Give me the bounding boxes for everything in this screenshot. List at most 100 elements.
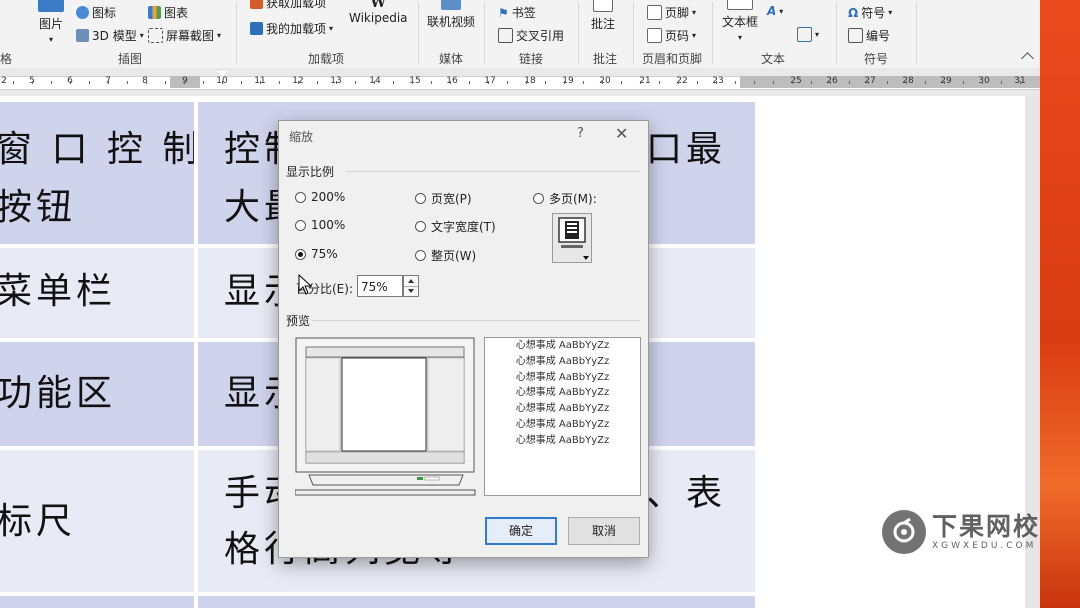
percent-spinner[interactable] [403, 275, 419, 297]
object-icon [797, 27, 812, 42]
ruler-tick [127, 81, 128, 84]
ruler-number: 16 [446, 76, 458, 86]
ruler-number: 21 [639, 76, 651, 86]
many-pages-radio[interactable]: 多页(M): [533, 190, 597, 207]
group-label-symbols: 符号 [864, 52, 889, 66]
addin-icon [250, 22, 263, 35]
table-cell[interactable]: 功能区 [0, 342, 194, 446]
watermark-cn: 下果网校 [932, 512, 1041, 541]
screenshot-button[interactable]: 屏幕截图 ▾ [148, 27, 221, 44]
ruler-tick [393, 81, 394, 84]
table-cell[interactable]: 标尺 [0, 450, 194, 592]
video-icon [441, 0, 461, 10]
my-addins-button[interactable]: 我的加载项 ▾ [250, 20, 333, 37]
ruler-tick [716, 81, 717, 84]
ruler-number: 29 [940, 76, 952, 86]
online-video-button[interactable]: 联机视频 [427, 0, 475, 30]
table-cell[interactable]: 窗 口 控 制 按钮 [0, 102, 194, 244]
page-width-radio[interactable]: 页宽(P) [415, 190, 472, 207]
cross-reference-button[interactable]: 交叉引用 [498, 27, 564, 44]
many-pages-picker-button[interactable] [552, 213, 592, 263]
zoom-200-radio[interactable]: 200% [295, 190, 345, 204]
ruler-number: 22 [676, 76, 688, 86]
ruler-tick [792, 81, 793, 84]
chevron-down-icon: ▾ [692, 31, 697, 40]
ruler-tick [621, 81, 622, 84]
ruler-tick [298, 81, 299, 84]
text-width-radio[interactable]: 文字宽度(T) [415, 218, 496, 235]
whole-page-radio[interactable]: 整页(W) [415, 247, 476, 264]
ruler-tick [830, 81, 831, 84]
ruler-number: 28 [902, 76, 914, 86]
text-box-button[interactable]: 文本框 ▾ [722, 0, 758, 42]
page-number-button[interactable]: 页码 ▾ [647, 27, 696, 44]
ruler-tick [317, 81, 318, 84]
wordart-icon: A [767, 4, 777, 18]
group-label-illustrations: 插图 [118, 52, 143, 66]
ruler-tick [412, 81, 413, 84]
comment-button[interactable]: 批注 [591, 0, 615, 32]
ruler-tick [146, 81, 147, 84]
ruler-number: 14 [365, 76, 385, 86]
close-button[interactable]: ✕ [615, 124, 628, 143]
spin-down-icon[interactable] [408, 289, 414, 293]
sample-line: 心想事成 AaBbYyZz [515, 340, 610, 351]
help-button[interactable]: ? [577, 126, 584, 141]
group-label-links: 链接 [519, 52, 544, 66]
zoom-75-radio[interactable]: 75% [295, 247, 338, 261]
chevron-down-icon: ▾ [329, 24, 334, 33]
ruler-tick [887, 81, 888, 84]
ruler-number: 30 [978, 76, 990, 86]
icons-button[interactable]: 图标 [76, 4, 116, 21]
spin-up-icon[interactable] [408, 279, 414, 283]
brand-logo-icon [882, 510, 926, 554]
object-button[interactable]: ▾ [797, 27, 819, 42]
zoom-section-label: 显示比例 [286, 165, 335, 179]
percent-input[interactable]: 75% [357, 275, 403, 297]
group-label-comments: 批注 [593, 52, 618, 66]
pictures-button[interactable]: 图片 ▾ [38, 0, 64, 44]
wikipedia-button[interactable]: W Wikipedia [349, 0, 408, 25]
numbering-icon [848, 28, 863, 43]
horizontal-ruler[interactable]: 2567891011121314151617181920212223252627… [0, 68, 1040, 96]
table-cell[interactable]: 菜单栏 [0, 248, 194, 338]
ruler-tick [545, 81, 546, 84]
ok-button[interactable]: 确定 [485, 517, 557, 545]
radio-indicator [415, 221, 426, 232]
ruler-tick [431, 81, 432, 84]
cancel-button[interactable]: 取消 [568, 517, 640, 545]
bookmark-button[interactable]: ⚑ 书签 [498, 4, 536, 21]
ruler-tick [963, 81, 964, 84]
3d-models-button[interactable]: 3D 模型 ▾ [76, 27, 144, 44]
zoom-100-radio[interactable]: 100% [295, 218, 345, 232]
ruler-tick [754, 81, 755, 84]
ruler-number: 20 [599, 76, 611, 86]
ruler-tick [849, 81, 850, 84]
separator [578, 2, 579, 64]
ruler-tick [735, 81, 736, 84]
ruler-number: 25 [790, 76, 802, 86]
footer-button[interactable]: 页脚 ▾ [647, 4, 696, 21]
ruler-margin-right [740, 76, 1040, 88]
watermark-en: XGWXEDU.COM [932, 541, 1037, 551]
ruler-tick [355, 81, 356, 84]
collapse-ribbon-button[interactable] [1021, 52, 1034, 65]
indent-marker[interactable] [217, 71, 227, 93]
sample-line: 心想事成 AaBbYyZz [515, 371, 610, 383]
numbering-button[interactable]: 编号 [848, 27, 890, 44]
ruler-tick [260, 81, 261, 84]
sample-line: 心想事成 AaBbYyZz [515, 355, 610, 367]
ruler-tick [13, 81, 14, 84]
get-addins-button[interactable]: 获取加载项 [250, 0, 326, 11]
ruler-tick [450, 81, 451, 84]
ruler-tick [1001, 81, 1002, 84]
radio-indicator [415, 250, 426, 261]
ruler-tick [868, 81, 869, 84]
table-cell [0, 596, 194, 608]
wikipedia-icon: W [370, 0, 387, 11]
wordart-button[interactable]: A ▾ [767, 4, 783, 18]
ribbon: 图片 ▾ 图标 3D 模型 ▾ 图表 屏幕截图 ▾ 获取加载项 我的加载项 ▾ … [0, 0, 1040, 69]
chart-button[interactable]: 图表 [148, 4, 188, 21]
symbol-button[interactable]: Ω 符号 ▾ [848, 4, 892, 21]
dialog-title: 缩放 [289, 130, 314, 144]
